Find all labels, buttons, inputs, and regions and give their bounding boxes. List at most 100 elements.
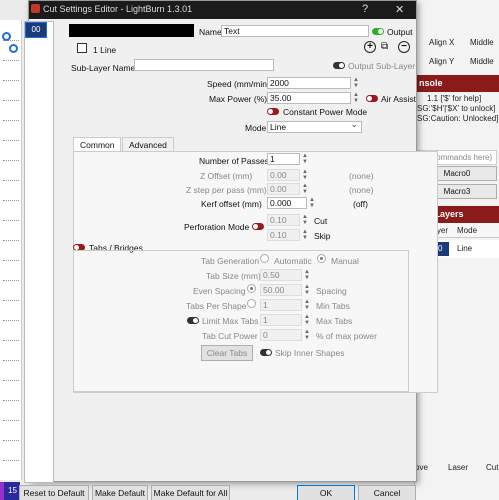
tab-cut-power-stepper[interactable]: ▲ ▼ xyxy=(303,329,311,341)
tabs-per-shape-label: Tabs Per Shape xyxy=(186,301,247,311)
blue-radio-icon[interactable] xyxy=(9,44,18,53)
tab-advanced[interactable]: Advanced xyxy=(122,137,174,152)
speed-label: Speed (mm/min) xyxy=(207,79,270,89)
mode-select[interactable]: Line xyxy=(267,119,362,133)
skip-inner-shapes-label: Skip Inner Shapes xyxy=(275,348,345,358)
tab-cut-power-label: Tab Cut Power xyxy=(202,331,258,341)
cancel-button[interactable]: Cancel xyxy=(358,485,416,500)
tab-cut-power-field[interactable]: 0 xyxy=(260,329,302,341)
min-tabs-label: Min Tabs xyxy=(316,301,350,311)
automatic-radio[interactable] xyxy=(260,254,269,263)
name-label: Name xyxy=(199,27,222,37)
air-assist-label: Air Assist xyxy=(381,94,416,104)
tab-common[interactable]: Common xyxy=(73,137,122,152)
max-tabs-stepper[interactable]: ▲ ▼ xyxy=(303,314,311,326)
perforation-label: Perforation Mode xyxy=(184,222,250,232)
cut-label: Cut xyxy=(314,216,328,226)
speed-stepper[interactable]: ▲ ▼ xyxy=(352,77,360,89)
output-sublayer-toggle[interactable] xyxy=(333,62,345,69)
z-offset-label: Z Offset (mm) xyxy=(200,171,253,181)
tab-size-stepper[interactable]: ▲ ▼ xyxy=(303,269,311,281)
manual-label: Manual xyxy=(331,256,359,266)
tab-laser[interactable]: Laser xyxy=(448,463,468,472)
perforation-toggle[interactable] xyxy=(252,223,264,230)
z-step-note: (none) xyxy=(349,185,374,195)
one-line-checkbox[interactable] xyxy=(77,43,87,53)
max-power-field[interactable]: 35.00 xyxy=(267,92,351,104)
kerf-label: Kerf offset (mm) xyxy=(201,199,262,209)
reset-to-default-button[interactable]: Reset to Default xyxy=(19,485,89,500)
cut-length-field[interactable]: 0.10 xyxy=(267,214,300,226)
even-spacing-field[interactable]: 50.00 xyxy=(260,284,302,296)
even-spacing-label: Even Spacing xyxy=(193,286,246,296)
kerf-stepper[interactable]: ▲ ▼ xyxy=(308,197,316,209)
one-line-label: 1 Line xyxy=(93,45,117,55)
copy-sublayer-icon[interactable]: ⧉ xyxy=(381,41,393,53)
layer-color-bar xyxy=(69,24,194,37)
z-step-label: Z step per pass (mm) xyxy=(186,185,267,195)
tab-cut-power-note: % of max power xyxy=(316,331,377,341)
limit-max-tabs-toggle[interactable] xyxy=(187,317,199,324)
sublayer-name-label: Sub-Layer Name xyxy=(71,63,136,73)
name-field[interactable]: Text xyxy=(221,25,369,37)
layer-list-item[interactable]: 00 xyxy=(25,22,47,38)
spacing-label: Spacing xyxy=(316,286,347,296)
kerf-note: (off) xyxy=(353,199,368,209)
make-default-button[interactable]: Make Default xyxy=(92,485,148,500)
ok-button[interactable]: OK xyxy=(297,485,355,500)
passes-field[interactable]: 1 xyxy=(267,153,300,165)
air-assist-toggle[interactable] xyxy=(366,95,378,102)
even-spacing-radio[interactable] xyxy=(247,284,256,293)
output-label: Output xyxy=(387,27,413,37)
skip-label: Skip xyxy=(314,231,331,241)
limit-max-tabs-label: Limit Max Tabs xyxy=(202,316,259,326)
speed-field[interactable]: 2000 xyxy=(267,77,351,89)
constant-power-toggle[interactable] xyxy=(267,108,279,115)
z-offset-stepper[interactable]: ▲ ▼ xyxy=(301,169,309,181)
align-x-label: Align X xyxy=(429,38,455,47)
max-power-label: Max Power (%) xyxy=(209,94,268,104)
output-toggle[interactable] xyxy=(372,28,384,35)
tab-size-field[interactable]: 0.50 xyxy=(260,269,302,281)
cut-length-stepper[interactable]: ▲ ▼ xyxy=(301,214,309,226)
corner-purple-strip xyxy=(0,482,4,500)
z-step-field[interactable]: 0.00 xyxy=(267,183,300,195)
layer-row-mode: Line xyxy=(457,244,473,253)
kerf-field[interactable]: 0.000 xyxy=(267,197,307,209)
passes-label: Number of Passes xyxy=(199,156,269,166)
tab-cut[interactable]: Cut xyxy=(486,463,498,472)
skip-length-field[interactable]: 0.10 xyxy=(267,229,300,241)
even-spacing-stepper[interactable]: ▲ ▼ xyxy=(303,284,311,296)
max-power-stepper[interactable]: ▲ ▼ xyxy=(352,92,360,104)
z-offset-note: (none) xyxy=(349,171,374,181)
add-sublayer-icon[interactable]: + xyxy=(364,41,376,53)
layer-list xyxy=(24,21,54,483)
remove-sublayer-icon[interactable]: − xyxy=(398,41,410,53)
close-icon[interactable]: ✕ xyxy=(395,3,404,16)
z-step-stepper[interactable]: ▲ ▼ xyxy=(301,183,309,195)
tabs-per-shape-radio[interactable] xyxy=(247,299,256,308)
tabs-per-shape-stepper[interactable]: ▲ ▼ xyxy=(303,299,311,311)
align-x-value[interactable]: Middle xyxy=(470,38,494,47)
help-icon[interactable]: ? xyxy=(362,3,368,15)
skip-inner-shapes-toggle[interactable] xyxy=(260,349,272,356)
corner-number: 15 xyxy=(8,486,17,495)
mode-label: Mode xyxy=(245,123,267,133)
max-tabs-label: Max Tabs xyxy=(316,316,353,326)
output-sublayer-label: Output Sub-Layer xyxy=(348,61,416,71)
sublayer-name-field[interactable] xyxy=(134,59,274,71)
manual-radio[interactable] xyxy=(317,254,326,263)
make-default-for-all-button[interactable]: Make Default for All xyxy=(151,485,230,500)
console-line: 1.1 ['$' for help] xyxy=(427,94,482,103)
tabs-per-shape-field[interactable]: 1 xyxy=(260,299,302,311)
max-tabs-field[interactable]: 1 xyxy=(260,314,302,326)
passes-stepper[interactable]: ▲ ▼ xyxy=(301,153,309,165)
console-header: nsole xyxy=(415,75,499,92)
lightburn-logo-icon xyxy=(31,4,40,13)
z-offset-field[interactable]: 0.00 xyxy=(267,169,300,181)
blue-radio-icon[interactable] xyxy=(2,32,11,41)
align-y-value[interactable]: Middle xyxy=(470,57,494,66)
tab-size-label: Tab Size (mm) xyxy=(206,271,261,281)
skip-length-stepper[interactable]: ▲ ▼ xyxy=(301,229,309,241)
clear-tabs-button[interactable]: Clear Tabs xyxy=(201,345,253,361)
